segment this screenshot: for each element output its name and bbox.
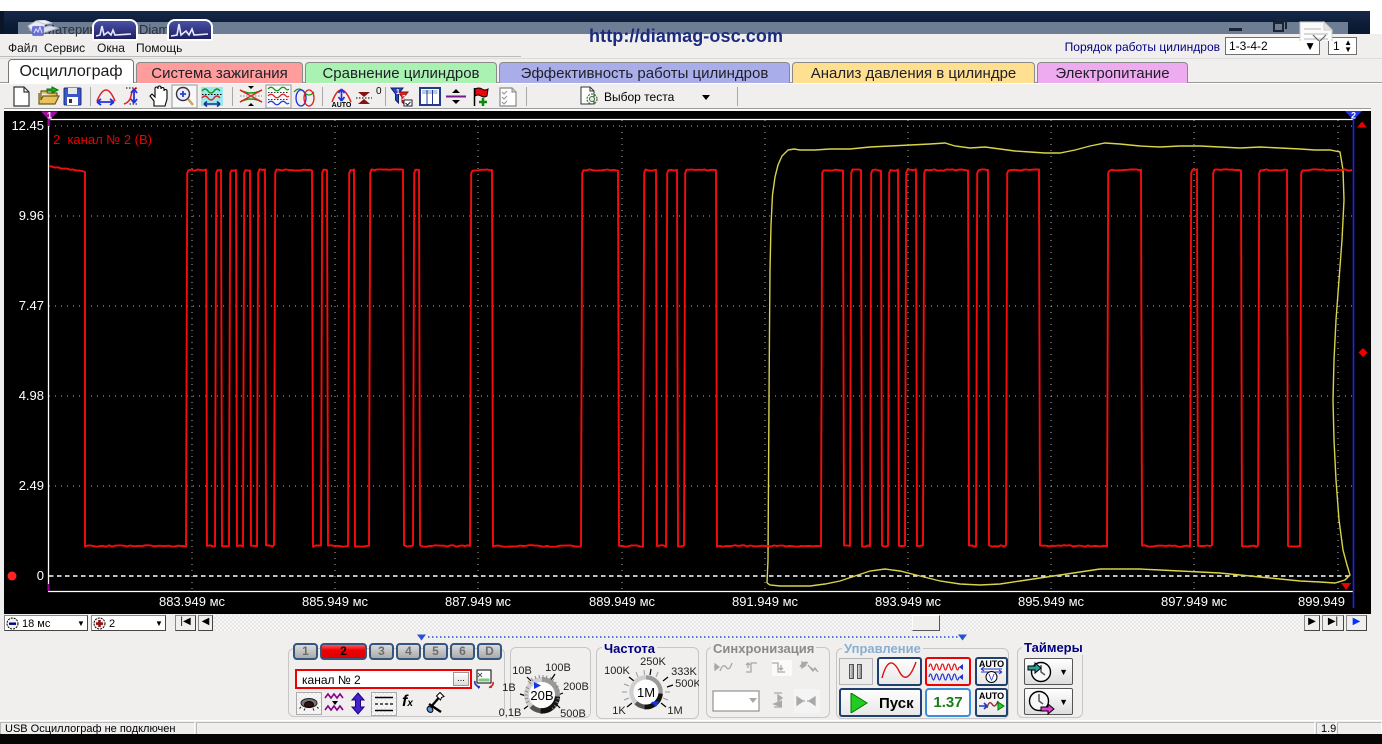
svg-text:893.949 мс: 893.949 мс <box>875 594 942 609</box>
svg-text:1: 1 <box>47 111 52 121</box>
svg-text:333K: 333K <box>671 666 697 678</box>
svg-text:895.949 мс: 895.949 мс <box>1018 594 1085 609</box>
svg-text:0: 0 <box>376 86 382 97</box>
svg-text:883.949 мс: 883.949 мс <box>159 594 226 609</box>
svg-text:V: V <box>988 673 994 683</box>
svg-text:885.949 мс: 885.949 мс <box>302 594 369 609</box>
svg-text:2: 2 <box>1351 111 1356 121</box>
svg-text:7.47: 7.47 <box>19 298 44 313</box>
svg-text:887.949 мс: 887.949 мс <box>445 594 512 609</box>
svg-text:4.98: 4.98 <box>19 388 44 403</box>
svg-text:0: 0 <box>37 568 44 583</box>
svg-text:1М: 1М <box>667 705 682 717</box>
svg-text:500K: 500K <box>675 678 699 690</box>
svg-text:200В: 200В <box>563 681 589 693</box>
svg-text:500В: 500В <box>560 708 586 718</box>
svg-text:10В: 10В <box>512 665 532 677</box>
svg-text:1: 1 <box>396 89 400 96</box>
svg-text:1В: 1В <box>502 682 515 694</box>
svg-text:1K: 1K <box>612 705 626 717</box>
svg-text:0,1В: 0,1В <box>499 707 522 718</box>
svg-text:12.45: 12.45 <box>11 118 44 133</box>
svg-text:Выбор теста: Выбор теста <box>604 90 675 104</box>
svg-text:2 канал № 2 (В): 2 канал № 2 (В) <box>53 132 152 147</box>
svg-text:891.949 мс: 891.949 мс <box>732 594 799 609</box>
svg-text:250K: 250K <box>640 656 666 668</box>
svg-text:2.49: 2.49 <box>19 478 44 493</box>
svg-text:100K: 100K <box>604 665 630 677</box>
svg-text:889.949 мс: 889.949 мс <box>589 594 656 609</box>
svg-text:899.949: 899.949 <box>1298 594 1345 609</box>
svg-text:9.96: 9.96 <box>19 208 44 223</box>
svg-text:100В: 100В <box>545 662 571 674</box>
svg-text:1М: 1М <box>637 685 655 700</box>
svg-text:AUTO: AUTO <box>979 691 1004 701</box>
svg-text:20В: 20В <box>530 688 553 703</box>
svg-text:897.949 мс: 897.949 мс <box>1161 594 1228 609</box>
